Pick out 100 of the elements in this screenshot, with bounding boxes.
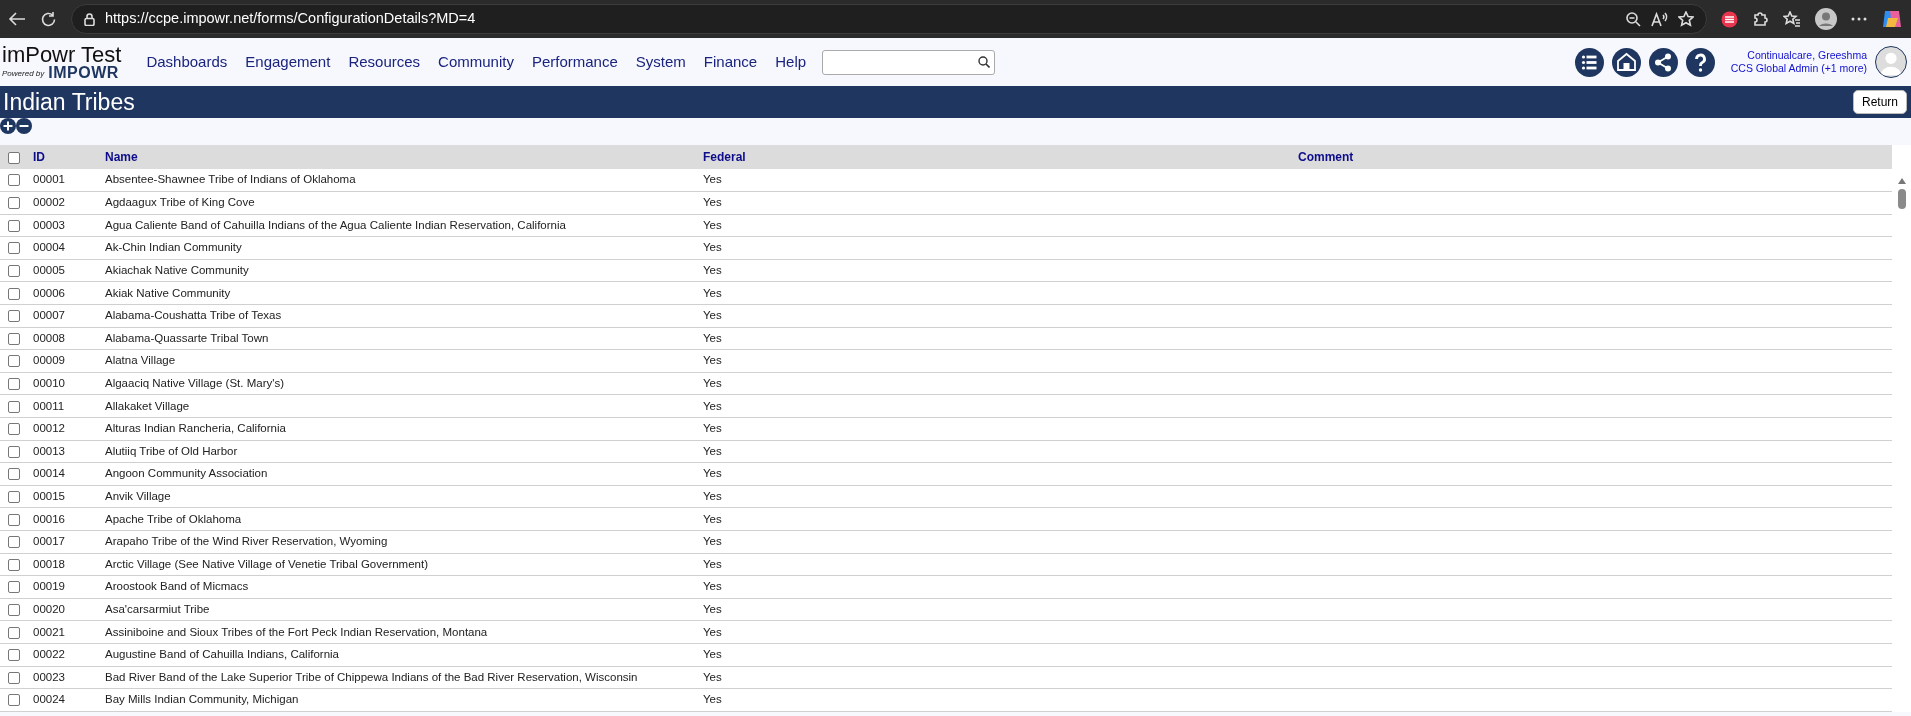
zoom-out-icon[interactable] [1626,11,1641,27]
checkbox[interactable] [7,445,20,458]
checkbox[interactable] [7,197,20,210]
id-cell: 00006 [33,286,65,299]
menu-link[interactable]: Resources [339,50,430,74]
name-cell: Bay Mills Indian Community, Michigan [105,693,299,706]
star-icon[interactable] [1678,11,1694,27]
checkbox[interactable] [7,151,20,164]
address-bar[interactable]: https://ccpe.impowr.net/forms/ConfigurationDetails?MD=4 [71,4,1707,34]
extension-icon[interactable] [1721,10,1738,28]
name-cell: Algaaciq Native Village (St. Mary's) [105,377,285,389]
copilot-icon[interactable] [1881,8,1903,30]
checkbox[interactable] [7,558,20,571]
id-cell: 00011 [33,399,65,412]
menu-link[interactable]: Engagement [236,50,340,74]
list-icon[interactable] [1574,47,1604,77]
checkbox[interactable] [7,671,20,684]
id-cell: 00019 [33,580,65,593]
federal-cell: Yes [703,196,722,209]
federal-cell: Yes [703,422,722,435]
back-icon[interactable] [8,11,26,27]
federal-cell: Yes [703,377,722,389]
checkbox[interactable] [7,332,20,345]
federal-cell: Yes [703,331,722,344]
reload-icon[interactable] [40,10,57,28]
brand-logo: IMPOWR [48,66,119,80]
checkbox[interactable] [7,219,20,232]
menu-link[interactable]: Help [766,50,816,74]
checkbox[interactable] [7,423,20,436]
checkbox[interactable] [7,513,20,526]
checkbox[interactable] [7,400,20,413]
federal-cell: Yes [703,670,722,683]
collapse-icon[interactable] [16,118,32,134]
page-title: Indian Tribes [3,87,135,117]
favorites-icon[interactable] [1783,11,1801,27]
federal-cell: Yes [703,602,722,615]
menu-link[interactable]: Community [429,50,523,74]
checkbox[interactable] [7,287,20,300]
column-header[interactable]: Comment [1298,150,1354,164]
federal-cell: Yes [703,512,722,525]
search-icon[interactable] [978,56,991,68]
menu-link[interactable]: Performance [522,50,627,74]
home-icon[interactable] [1611,47,1641,77]
checkbox[interactable] [7,603,20,616]
menu-link[interactable]: System [626,50,695,74]
id-cell: 00012 [33,422,65,435]
id-cell: 00002 [33,196,65,209]
user-name[interactable]: Continualcare, Greeshma [1730,49,1867,62]
checkbox[interactable] [7,468,20,481]
user-role[interactable]: CCS Global Admin (+1 more) [1730,62,1867,75]
menu-link[interactable]: Dashboards [137,50,237,74]
name-cell: Augustine Band of Cahuilla Indians, California [105,648,339,661]
checkbox[interactable] [7,626,20,639]
checkbox[interactable] [7,378,20,390]
powered-by-label: Powered by [2,68,45,80]
id-cell: 00007 [33,309,65,322]
profile-avatar-icon[interactable] [1815,8,1837,30]
expand-icon[interactable] [0,118,16,134]
federal-cell: Yes [703,173,722,186]
column-header[interactable]: Federal [703,150,746,164]
share-icon[interactable] [1648,47,1678,77]
column-header[interactable]: ID [33,150,45,164]
help-icon[interactable] [1685,47,1715,77]
federal-cell: Yes [703,648,722,661]
name-cell: Akiak Native Community [105,286,231,299]
checkbox[interactable] [7,649,20,662]
checkbox[interactable] [7,490,20,503]
checkbox[interactable] [7,265,20,277]
federal-cell: Yes [703,535,722,548]
name-cell: Alutiiq Tribe of Old Harbor [105,444,238,457]
federal-cell: Yes [703,286,722,299]
column-header[interactable]: Name [105,150,138,164]
menu-link[interactable]: Finance [694,50,767,74]
federal-cell: Yes [703,399,722,412]
id-cell: 00008 [33,331,65,344]
search-field[interactable] [822,49,996,75]
scrollbar-thumb[interactable] [1897,189,1906,209]
checkbox[interactable] [7,310,20,323]
federal-cell: Yes [703,354,722,367]
checkbox[interactable] [7,174,20,187]
name-cell: Anvik Village [105,490,171,502]
id-cell: 00018 [33,557,65,570]
return-button[interactable]: Return [1852,90,1907,114]
checkbox[interactable] [7,536,20,549]
checkbox[interactable] [7,355,20,368]
checkbox[interactable] [7,242,20,255]
lock-icon [84,12,95,26]
user-avatar[interactable] [1875,46,1907,78]
federal-cell: Yes [703,490,722,502]
name-cell: Agdaagux Tribe of King Cove [105,196,255,209]
checkbox[interactable] [7,581,20,594]
id-cell: 00010 [33,377,65,389]
name-cell: Alturas Indian Rancheria, California [105,422,286,435]
checkbox[interactable] [7,694,20,707]
name-cell: Bad River Band of the Lake Superior Tribe of Chippewa Indians of the Bad River Reservation, Wisconsin [105,670,638,683]
id-cell: 00004 [33,241,65,254]
read-aloud-icon[interactable] [1651,11,1668,27]
scroll-up-icon[interactable] [1896,177,1907,185]
more-icon[interactable] [1851,17,1867,21]
puzzle-icon[interactable] [1752,10,1769,28]
